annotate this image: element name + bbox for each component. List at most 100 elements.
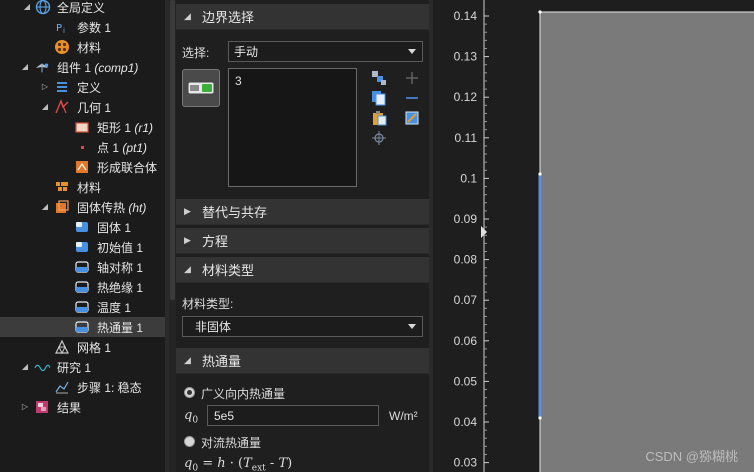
clear-selection-icon[interactable] bbox=[403, 109, 421, 127]
expand-arrow-icon[interactable]: ◢ bbox=[20, 362, 30, 372]
y-tick-label: 0.14 bbox=[454, 9, 478, 23]
point-icon bbox=[74, 139, 90, 155]
svg-text:i: i bbox=[63, 27, 65, 35]
geometry-vertex[interactable] bbox=[538, 172, 542, 176]
geometry-domain[interactable] bbox=[540, 12, 754, 472]
y-tick-label: 0.11 bbox=[455, 131, 478, 145]
section-material-type[interactable]: ◢ 材料类型 bbox=[176, 257, 429, 283]
paste-selection-icon[interactable] bbox=[370, 69, 388, 87]
clipboard-icon[interactable] bbox=[370, 109, 388, 127]
section-expanded-icon: ◢ bbox=[184, 355, 191, 365]
material-type-dropdown[interactable]: 非固体 bbox=[182, 316, 423, 337]
expand-arrow-icon[interactable]: ◢ bbox=[40, 202, 50, 212]
tree-item-study[interactable]: ◢ 研究 1 bbox=[0, 357, 165, 377]
tree-item-axial-symmetry[interactable]: 轴对称 1 bbox=[0, 257, 165, 277]
section-override-coexistence[interactable]: ▶ 替代与共存 bbox=[176, 199, 429, 225]
graphics-window[interactable]: 0.14 0.13 0.12 0.11 0.1 0.09 0.08 0.07 0.06 0.05 0… bbox=[433, 0, 754, 472]
tree-item-tag: (comp1) bbox=[94, 60, 139, 75]
tree-item-temperature[interactable]: 温度 1 bbox=[0, 297, 165, 317]
active-toggle-button[interactable] bbox=[182, 69, 220, 107]
geometry-icon bbox=[54, 99, 70, 115]
tree-scrollbar[interactable] bbox=[169, 0, 176, 472]
tree-item-solid[interactable]: 固体 1 bbox=[0, 217, 165, 237]
tree-item-label: 组件 1 bbox=[57, 60, 92, 75]
y-tick-label: 0.09 bbox=[454, 212, 478, 226]
selection-label: 选择: bbox=[182, 46, 210, 60]
tree-item-heat-transfer[interactable]: ◢ 固体传热 (ht) bbox=[0, 197, 165, 217]
section-equation[interactable]: ▶ 方程 bbox=[176, 228, 429, 254]
convective-flux-radio[interactable] bbox=[184, 436, 195, 447]
formula-equals: = bbox=[198, 456, 218, 471]
tree-item-mesh[interactable]: 网格 1 bbox=[0, 337, 165, 357]
tree-item-global-materials[interactable]: 材料 bbox=[0, 37, 165, 57]
tree-item-thermal-insulation[interactable]: 热绝缘 1 bbox=[0, 277, 165, 297]
y-tick-label: 0.06 bbox=[454, 334, 478, 348]
remove-from-selection-icon[interactable] bbox=[403, 89, 421, 107]
tree-item-component[interactable]: ◢ 组件 1 (comp1) bbox=[0, 57, 165, 77]
collapse-arrow-icon[interactable]: ▷ bbox=[40, 82, 50, 92]
geometry-vertex[interactable] bbox=[538, 10, 542, 14]
watermark: CSDN @猕糊桃 bbox=[645, 449, 738, 464]
copy-selection-icon[interactable] bbox=[370, 89, 388, 107]
section-boundary-selection[interactable]: ◢ 边界选择 bbox=[176, 4, 429, 30]
selection-list-item[interactable]: 3 bbox=[235, 74, 242, 88]
collapse-arrow-icon[interactable]: ▷ bbox=[20, 402, 30, 412]
tree-item-parameters[interactable]: Pi 参数 1 bbox=[0, 17, 165, 37]
definitions-icon bbox=[54, 79, 70, 95]
tree-item-results[interactable]: ▷ 结果 bbox=[0, 397, 165, 417]
geometry-vertex[interactable] bbox=[538, 416, 542, 420]
general-inward-flux-radio[interactable] bbox=[184, 387, 195, 398]
tree-item-study-step[interactable]: 步骤 1: 稳态 bbox=[0, 377, 165, 397]
expand-arrow-icon[interactable]: ◢ bbox=[22, 2, 32, 12]
section-title: 方程 bbox=[202, 234, 229, 249]
q0-subscript: 0 bbox=[192, 415, 199, 426]
tree-item-point[interactable]: 点 1 (pt1) bbox=[0, 137, 165, 157]
add-to-selection-icon[interactable] bbox=[403, 69, 421, 87]
expand-arrow-icon[interactable]: ◢ bbox=[20, 62, 30, 72]
formula-minus: - bbox=[265, 456, 279, 471]
tree-item-tag: (pt1) bbox=[122, 140, 148, 155]
parameter-icon: Pi bbox=[54, 19, 70, 35]
formula-close: ) bbox=[287, 456, 293, 471]
q0-symbol: q0 bbox=[184, 408, 198, 426]
globe-icon bbox=[35, 0, 51, 15]
results-icon bbox=[34, 399, 50, 415]
tree-item-initial-values[interactable]: 初始值 1 bbox=[0, 237, 165, 257]
graphics-canvas[interactable]: 0.14 0.13 0.12 0.11 0.1 0.09 0.08 0.07 0.06 0.05 0… bbox=[433, 0, 754, 472]
domain-node-icon bbox=[74, 219, 90, 235]
step-icon bbox=[54, 379, 70, 395]
tree-item-form-union[interactable]: 形成联合体 bbox=[0, 157, 165, 177]
tree-item-geometry[interactable]: ◢ 几何 1 bbox=[0, 97, 165, 117]
formula-t-ext: T bbox=[243, 456, 252, 471]
y-tick-label: 0.13 bbox=[454, 50, 478, 64]
form-union-icon bbox=[74, 159, 90, 175]
y-tick-label: 0.03 bbox=[454, 456, 478, 470]
expand-arrow-icon[interactable]: ◢ bbox=[40, 102, 50, 112]
q0-value: 5e5 bbox=[214, 409, 235, 423]
convective-flux-label: 对流热通量 bbox=[201, 436, 262, 450]
q0-unit: W/m² bbox=[389, 409, 418, 423]
zoom-to-selection-icon[interactable] bbox=[370, 129, 388, 147]
tree-item-global-definitions[interactable]: ◢ 全局定义 bbox=[0, 0, 165, 17]
y-tick-label: 0.08 bbox=[454, 253, 478, 267]
general-inward-flux-label: 广义向内热通量 bbox=[201, 387, 286, 401]
formula-h: h bbox=[217, 456, 226, 471]
tree-item-heat-flux[interactable]: 热通量 1 bbox=[0, 317, 165, 337]
tree-item-rectangle[interactable]: 矩形 1 (r1) bbox=[0, 117, 165, 137]
selection-dropdown[interactable]: 手动 bbox=[228, 41, 423, 62]
formula-t: T bbox=[278, 456, 288, 471]
selection-list[interactable]: 3 bbox=[228, 68, 357, 187]
y-tick-label: 0.04 bbox=[454, 415, 478, 429]
selection-value: 手动 bbox=[234, 45, 259, 59]
section-heat-flux[interactable]: ◢ 热通量 bbox=[176, 348, 429, 374]
section-expanded-icon: ◢ bbox=[184, 264, 191, 274]
tree-item-materials[interactable]: 材料 bbox=[0, 177, 165, 197]
y-tick-label: 0.1 bbox=[460, 171, 477, 185]
q0-input[interactable]: 5e5 bbox=[207, 405, 379, 426]
tree-item-definitions[interactable]: ▷ 定义 bbox=[0, 77, 165, 97]
toggle-on-icon bbox=[187, 81, 215, 95]
scrollbar-thumb[interactable] bbox=[170, 0, 175, 300]
y-tick-label: 0.12 bbox=[454, 90, 478, 104]
boundary-node-icon bbox=[74, 259, 90, 275]
materials-icon bbox=[54, 39, 70, 55]
